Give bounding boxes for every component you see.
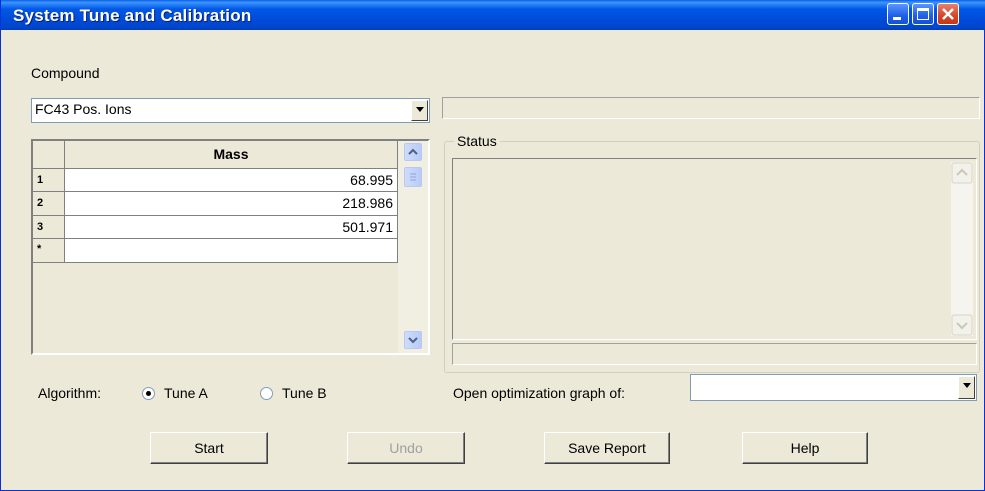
tune-b-label[interactable]: Tune B	[282, 385, 327, 401]
chevron-down-icon	[408, 337, 418, 344]
main-window: System Tune and Calibration Compound FC4…	[0, 0, 985, 491]
mass-cell[interactable]: 501.971	[65, 216, 398, 239]
window-title: System Tune and Calibration	[13, 6, 252, 25]
chevron-down-icon	[951, 314, 973, 336]
compound-dropdown[interactable]: FC43 Pos. Ions	[31, 98, 430, 123]
scroll-down-button[interactable]	[404, 331, 422, 349]
status-log[interactable]	[452, 158, 977, 340]
chevron-up-icon	[951, 162, 973, 184]
start-button[interactable]: Start	[150, 432, 268, 464]
status-progress-bar	[452, 343, 977, 365]
save-report-button[interactable]: Save Report	[544, 432, 670, 464]
dropdown-arrow-button[interactable]	[411, 100, 428, 121]
mass-cell[interactable]: 218.986	[65, 192, 398, 216]
row-header: 2	[33, 192, 65, 216]
compound-value: FC43 Pos. Ions	[35, 101, 132, 117]
maximize-button[interactable]	[912, 3, 934, 25]
minimize-icon	[893, 17, 901, 20]
grip-icon	[410, 173, 416, 181]
maximize-icon	[917, 8, 929, 20]
progress-bar-top	[442, 97, 980, 119]
tune-a-radio[interactable]	[142, 387, 155, 400]
chevron-down-icon	[963, 383, 971, 388]
minimize-button[interactable]	[887, 3, 909, 25]
compound-label: Compound	[31, 65, 100, 81]
scroll-thumb[interactable]	[404, 167, 422, 187]
mass-cell-new[interactable]	[65, 239, 398, 263]
mass-column-header: Mass	[65, 141, 398, 169]
tune-a-label[interactable]: Tune A	[164, 385, 208, 401]
optimization-label: Open optimization graph of:	[453, 385, 625, 401]
status-label: Status	[454, 133, 500, 149]
chevron-down-icon	[416, 107, 424, 112]
title-bar[interactable]: System Tune and Calibration	[1, 0, 985, 30]
undo-button[interactable]: Undo	[347, 432, 465, 464]
table-corner	[33, 141, 65, 169]
row-header-new: *	[33, 239, 65, 263]
table-scrollbar[interactable]	[398, 141, 428, 353]
mass-cell[interactable]: 68.995	[65, 169, 398, 192]
help-button[interactable]: Help	[742, 432, 868, 464]
row-header: 3	[33, 216, 65, 239]
close-icon	[942, 8, 954, 20]
algorithm-label: Algorithm:	[38, 385, 102, 401]
mass-table[interactable]: Mass 1 68.995 2 218.986 3 501.971 *	[31, 139, 430, 355]
scroll-up-button[interactable]	[404, 143, 422, 161]
tune-b-radio[interactable]	[260, 387, 273, 400]
close-button[interactable]	[937, 3, 959, 25]
chevron-up-icon	[408, 148, 418, 155]
status-scrollbar[interactable]	[951, 162, 973, 336]
row-header: 1	[33, 169, 65, 192]
optimization-graph-dropdown[interactable]	[690, 374, 977, 401]
dropdown-arrow-button[interactable]	[958, 376, 975, 399]
